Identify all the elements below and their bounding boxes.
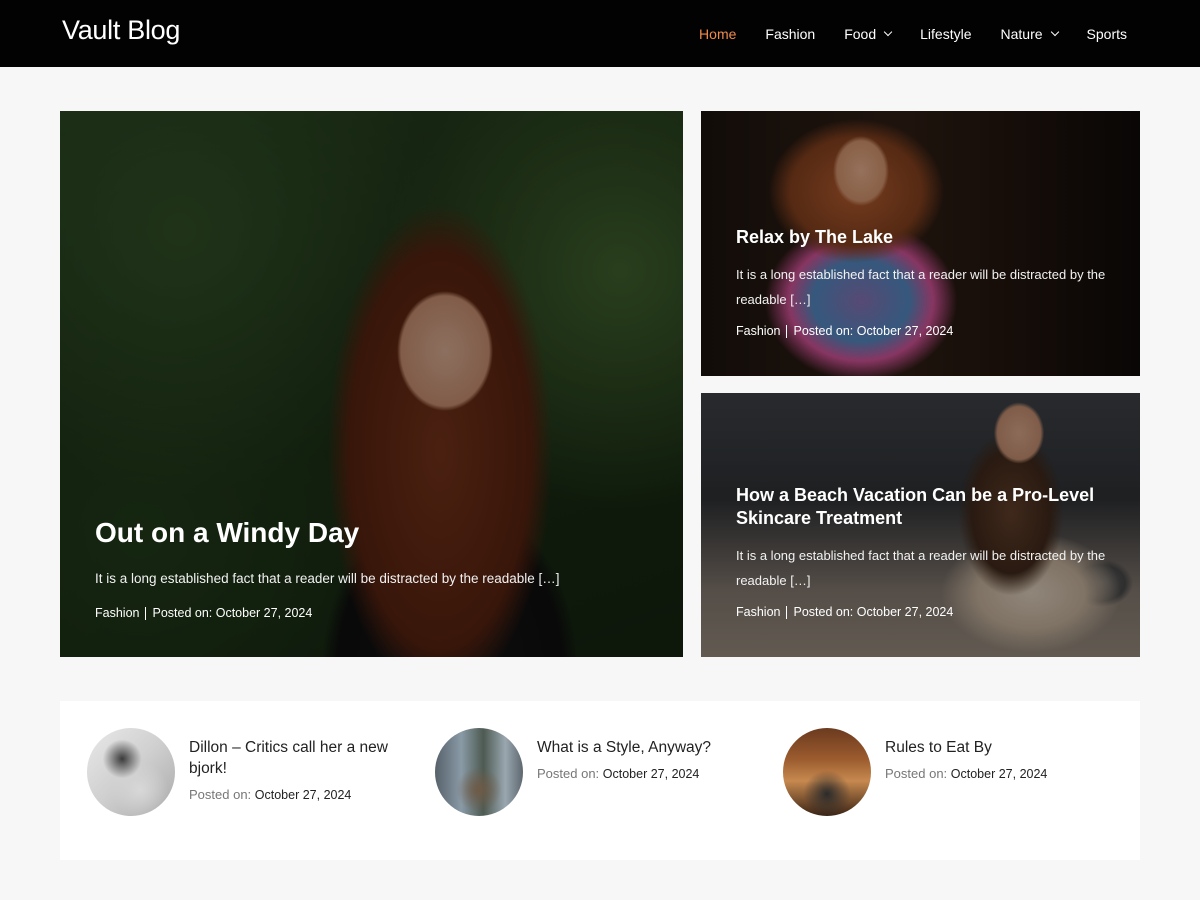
posted-label: Posted on:	[885, 766, 948, 781]
post-thumbnail[interactable]	[435, 728, 523, 816]
featured-post-content: Out on a Windy Day It is a long establis…	[95, 516, 655, 620]
site-header: Vault Blog Home Fashion Food Lifestyle N…	[0, 0, 1200, 67]
nav-item-label: Lifestyle	[920, 25, 972, 42]
recent-post-item[interactable]: What is a Style, Anyway? Posted on: Octo…	[435, 728, 757, 816]
featured-post-beach[interactable]: How a Beach Vacation Can be a Pro-Level …	[701, 393, 1140, 657]
post-date[interactable]: October 27, 2024	[603, 767, 700, 781]
nav-item-label: Home	[699, 25, 737, 42]
post-date[interactable]: October 27, 2024	[857, 324, 954, 338]
recent-posts-panel: Dillon – Critics call her a new bjork! P…	[60, 701, 1140, 860]
post-date[interactable]: October 27, 2024	[255, 788, 352, 802]
recent-post-item[interactable]: Rules to Eat By Posted on: October 27, 2…	[783, 728, 1105, 816]
post-date[interactable]: October 27, 2024	[216, 606, 313, 620]
featured-post-content: Relax by The Lake It is a long establish…	[736, 225, 1106, 338]
nav-item-label: Fashion	[765, 25, 816, 42]
meta-divider	[145, 606, 147, 620]
post-excerpt: It is a long established fact that a rea…	[95, 571, 560, 586]
recent-post-item[interactable]: Dillon – Critics call her a new bjork! P…	[87, 728, 399, 816]
post-meta: Posted on: October 27, 2024	[189, 787, 399, 802]
post-title[interactable]: Relax by The Lake	[736, 225, 1106, 249]
meta-divider	[786, 324, 788, 338]
nav-item-label: Sports	[1086, 25, 1127, 42]
post-date[interactable]: October 27, 2024	[951, 767, 1048, 781]
post-title[interactable]: Out on a Windy Day	[95, 516, 655, 550]
chevron-down-icon	[883, 27, 893, 36]
post-thumbnail[interactable]	[783, 728, 871, 816]
post-meta: Fashion Posted on: October 27, 2024	[95, 606, 655, 620]
post-title[interactable]: How a Beach Vacation Can be a Pro-Level …	[736, 484, 1116, 530]
nav-item-food[interactable]: Food	[844, 25, 893, 42]
post-title[interactable]: What is a Style, Anyway?	[537, 737, 757, 758]
posted-label: Posted on:	[793, 324, 854, 338]
nav-item-lifestyle[interactable]: Lifestyle	[920, 26, 971, 42]
nav-item-home[interactable]: Home	[699, 26, 736, 42]
chevron-down-icon	[1050, 27, 1059, 36]
main-nav: Home Fashion Food Lifestyle Nature Sport…	[670, 0, 1127, 67]
post-excerpt: It is a long established fact that a rea…	[736, 267, 1106, 307]
featured-post-content: How a Beach Vacation Can be a Pro-Level …	[736, 484, 1116, 619]
posted-label: Posted on:	[537, 766, 600, 781]
featured-post-main[interactable]: Out on a Windy Day It is a long establis…	[60, 111, 683, 657]
post-category[interactable]: Fashion	[95, 606, 139, 620]
post-meta: Fashion Posted on: October 27, 2024	[736, 324, 1106, 338]
post-category[interactable]: Fashion	[736, 605, 780, 619]
featured-post-lake[interactable]: Relax by The Lake It is a long establish…	[701, 111, 1140, 376]
posted-label: Posted on:	[189, 787, 252, 802]
posted-label: Posted on:	[793, 605, 854, 619]
nav-item-nature[interactable]: Nature	[1000, 25, 1059, 42]
nav-item-sports[interactable]: Sports	[1087, 26, 1127, 42]
nav-item-fashion[interactable]: Fashion	[765, 26, 815, 42]
posted-label: Posted on:	[152, 606, 213, 620]
post-meta: Posted on: October 27, 2024	[537, 766, 757, 781]
site-logo[interactable]: Vault Blog	[62, 15, 180, 46]
post-meta: Posted on: October 27, 2024	[885, 766, 1105, 781]
post-thumbnail[interactable]	[87, 728, 175, 816]
post-excerpt: It is a long established fact that a rea…	[736, 548, 1106, 588]
post-category[interactable]: Fashion	[736, 324, 780, 338]
post-title[interactable]: Rules to Eat By	[885, 737, 1105, 758]
post-meta: Fashion Posted on: October 27, 2024	[736, 605, 1116, 619]
post-date[interactable]: October 27, 2024	[857, 605, 954, 619]
meta-divider	[786, 605, 788, 619]
nav-item-label: Food	[844, 25, 877, 42]
post-title[interactable]: Dillon – Critics call her a new bjork!	[189, 737, 399, 779]
nav-item-label: Nature	[1000, 25, 1043, 42]
